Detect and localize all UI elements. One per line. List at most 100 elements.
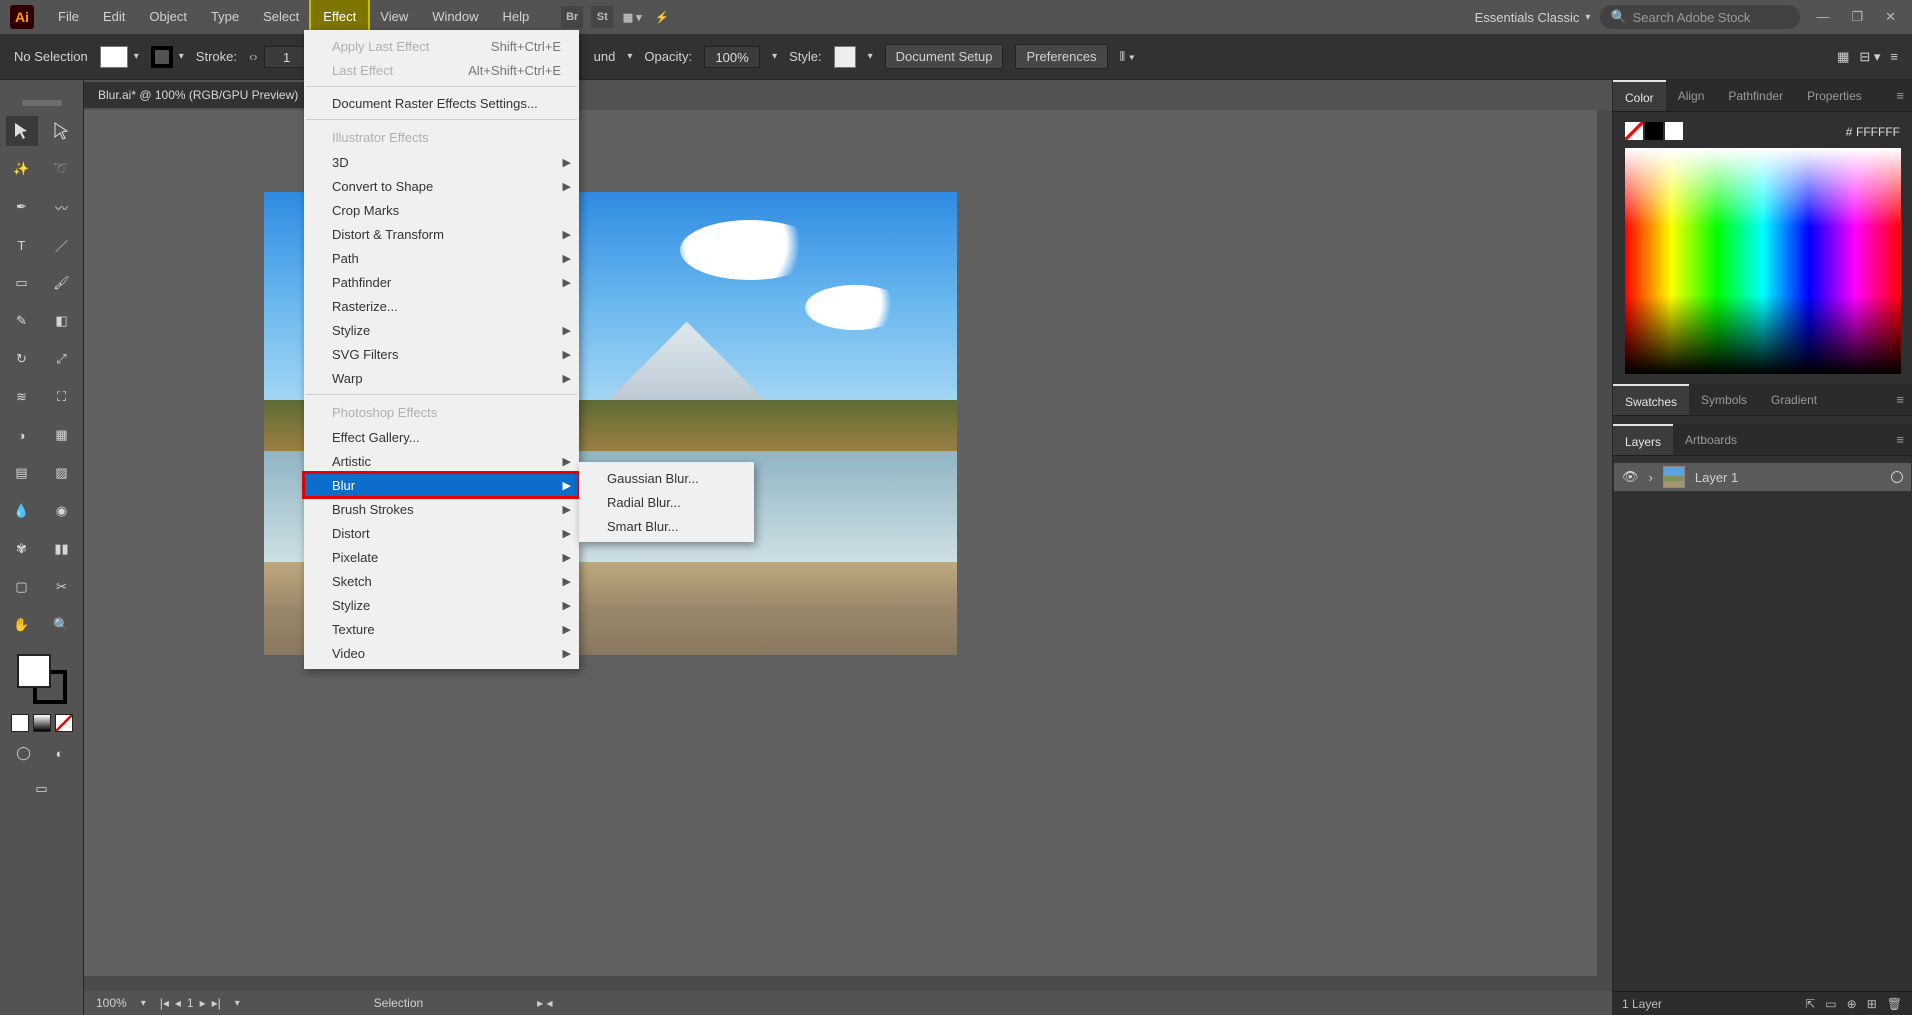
shaper-tool[interactable]: ✎	[6, 306, 38, 336]
next-artboard-icon[interactable]: ▸	[200, 996, 206, 1010]
panel-grip-icon[interactable]	[22, 100, 62, 106]
graph-tool[interactable]: ▮▮	[46, 534, 78, 564]
menu-path[interactable]: Path▶	[304, 246, 579, 270]
black-swatch-icon[interactable]	[1645, 122, 1663, 140]
perspective-tool[interactable]: ▦	[46, 420, 78, 450]
color-mode-icon[interactable]	[11, 714, 29, 732]
menu-view[interactable]: View	[368, 0, 420, 34]
chevron-down-icon[interactable]: ▾	[772, 51, 777, 62]
direct-selection-tool[interactable]	[46, 116, 78, 146]
tab-swatches[interactable]: Swatches	[1613, 384, 1689, 415]
menu-blur[interactable]: Blur▶	[304, 473, 579, 497]
symbol-sprayer-tool[interactable]: ✾	[6, 534, 38, 564]
menu-sketch[interactable]: Sketch▶	[304, 569, 579, 593]
document-setup-button[interactable]: Document Setup	[885, 44, 1004, 69]
magic-wand-tool[interactable]: ✨	[6, 154, 38, 184]
shape-builder-tool[interactable]: ◑	[6, 420, 38, 450]
menu-effect[interactable]: Effect	[311, 0, 368, 34]
menu-raster-settings[interactable]: Document Raster Effects Settings...	[304, 91, 579, 115]
hand-tool[interactable]: ✋	[6, 610, 38, 640]
type-tool[interactable]: T	[6, 230, 38, 260]
style-swatch[interactable]	[834, 46, 856, 68]
scale-tool[interactable]: ⤢	[46, 344, 78, 374]
draw-normal-icon[interactable]: ◯	[8, 738, 40, 768]
document-tab[interactable]: Blur.ai* @ 100% (RGB/GPU Preview)	[84, 82, 312, 108]
align-to-icon[interactable]: ⫴ ▾	[1120, 49, 1135, 65]
chevron-down-icon[interactable]: ▾	[627, 51, 632, 62]
rotate-tool[interactable]: ↻	[6, 344, 38, 374]
mesh-tool[interactable]: ▤	[6, 458, 38, 488]
menu-svg-filters[interactable]: SVG Filters▶	[304, 342, 579, 366]
lasso-tool[interactable]: ➰	[46, 154, 78, 184]
layer-target-icon[interactable]	[1891, 471, 1903, 483]
menu-texture[interactable]: Texture▶	[304, 617, 579, 641]
menu-file[interactable]: File	[46, 0, 91, 34]
menu-apply-last-effect[interactable]: Apply Last EffectShift+Ctrl+E	[304, 34, 579, 58]
delete-layer-icon[interactable]: 🗑	[1887, 997, 1902, 1011]
grid-icon[interactable]: ▦	[1837, 49, 1849, 65]
white-swatch-icon[interactable]	[1665, 122, 1683, 140]
caret-icon[interactable]: ‹›	[249, 49, 258, 64]
menu-distort[interactable]: Distort▶	[304, 521, 579, 545]
none-swatch-icon[interactable]	[1625, 122, 1643, 140]
menu-pathfinder[interactable]: Pathfinder▶	[304, 270, 579, 294]
line-tool[interactable]: ／	[46, 230, 78, 260]
visibility-icon[interactable]: 👁	[1622, 469, 1639, 485]
tab-layers[interactable]: Layers	[1613, 424, 1673, 455]
last-artboard-icon[interactable]: ▸|	[212, 996, 221, 1010]
stroke-weight-input[interactable]: 1	[264, 46, 310, 68]
chevron-down-icon[interactable]: ▾	[179, 51, 184, 62]
menu-effect-gallery-[interactable]: Effect Gallery...	[304, 425, 579, 449]
tab-color[interactable]: Color	[1613, 80, 1666, 111]
menu-rasterize-[interactable]: Rasterize...	[304, 294, 579, 318]
fill-swatch[interactable]	[100, 46, 128, 68]
menu-distort-transform[interactable]: Distort & Transform▶	[304, 222, 579, 246]
close-icon[interactable]: ✕	[1885, 9, 1896, 25]
menu-icon[interactable]: ≡	[1890, 49, 1898, 64]
panel-menu-icon[interactable]: ≡	[1888, 424, 1912, 455]
stroke-swatch[interactable]	[151, 46, 173, 68]
screen-mode-icon[interactable]: ▭	[26, 774, 58, 804]
tab-artboards[interactable]: Artboards	[1673, 424, 1749, 455]
panel-menu-icon[interactable]: ≡	[1888, 384, 1912, 415]
menu-gaussian-blur-[interactable]: Gaussian Blur...	[579, 466, 754, 490]
tab-align[interactable]: Align	[1666, 80, 1717, 111]
pen-tool[interactable]: ✒	[6, 192, 38, 222]
selection-tool[interactable]	[6, 116, 38, 146]
workspace-switcher[interactable]: Essentials Classic ▾	[1465, 10, 1601, 25]
prev-artboard-icon[interactable]: ◂	[175, 996, 181, 1010]
width-tool[interactable]: ≋	[6, 382, 38, 412]
draw-behind-icon[interactable]: ◐	[44, 738, 76, 768]
free-transform-tool[interactable]: ⛶	[46, 382, 78, 412]
eyedropper-tool[interactable]: 💧	[6, 496, 38, 526]
layer-row[interactable]: 👁 › Layer 1	[1613, 462, 1912, 492]
vertical-scrollbar[interactable]	[1597, 110, 1612, 991]
opacity-input[interactable]: 100%	[704, 46, 760, 68]
rectangle-tool[interactable]: ▭	[6, 268, 38, 298]
blend-tool[interactable]: ◉	[46, 496, 78, 526]
chevron-down-icon[interactable]: ▾	[134, 51, 139, 62]
menu-edit[interactable]: Edit	[91, 0, 137, 34]
menu-radial-blur-[interactable]: Radial Blur...	[579, 490, 754, 514]
menu-crop-marks[interactable]: Crop Marks	[304, 198, 579, 222]
menu-type[interactable]: Type	[199, 0, 251, 34]
gradient-tool[interactable]: ▨	[46, 458, 78, 488]
gpu-icon[interactable]: ⚡	[651, 6, 673, 28]
menu-brush-strokes[interactable]: Brush Strokes▶	[304, 497, 579, 521]
artboard-tool[interactable]: ▢	[6, 572, 38, 602]
panel-menu-icon[interactable]: ≡	[1888, 80, 1912, 111]
menu-artistic[interactable]: Artistic▶	[304, 449, 579, 473]
stock-icon[interactable]: St	[591, 6, 613, 28]
fill-color-icon[interactable]	[17, 654, 51, 688]
artboard-number[interactable]: 1	[187, 996, 194, 1010]
zoom-tool[interactable]: 🔍	[46, 610, 78, 640]
chevron-down-icon[interactable]: ▾	[235, 998, 240, 1009]
expand-icon[interactable]: ›	[1649, 470, 1653, 485]
layer-name[interactable]: Layer 1	[1695, 470, 1738, 485]
menu-stylize[interactable]: Stylize▶	[304, 318, 579, 342]
menu-stylize[interactable]: Stylize▶	[304, 593, 579, 617]
arrange-docs-icon[interactable]: ▦ ▾	[621, 6, 643, 28]
gradient-mode-icon[interactable]	[33, 714, 51, 732]
hex-input[interactable]: FFFFFF	[1856, 125, 1900, 139]
tab-properties[interactable]: Properties	[1795, 80, 1874, 111]
